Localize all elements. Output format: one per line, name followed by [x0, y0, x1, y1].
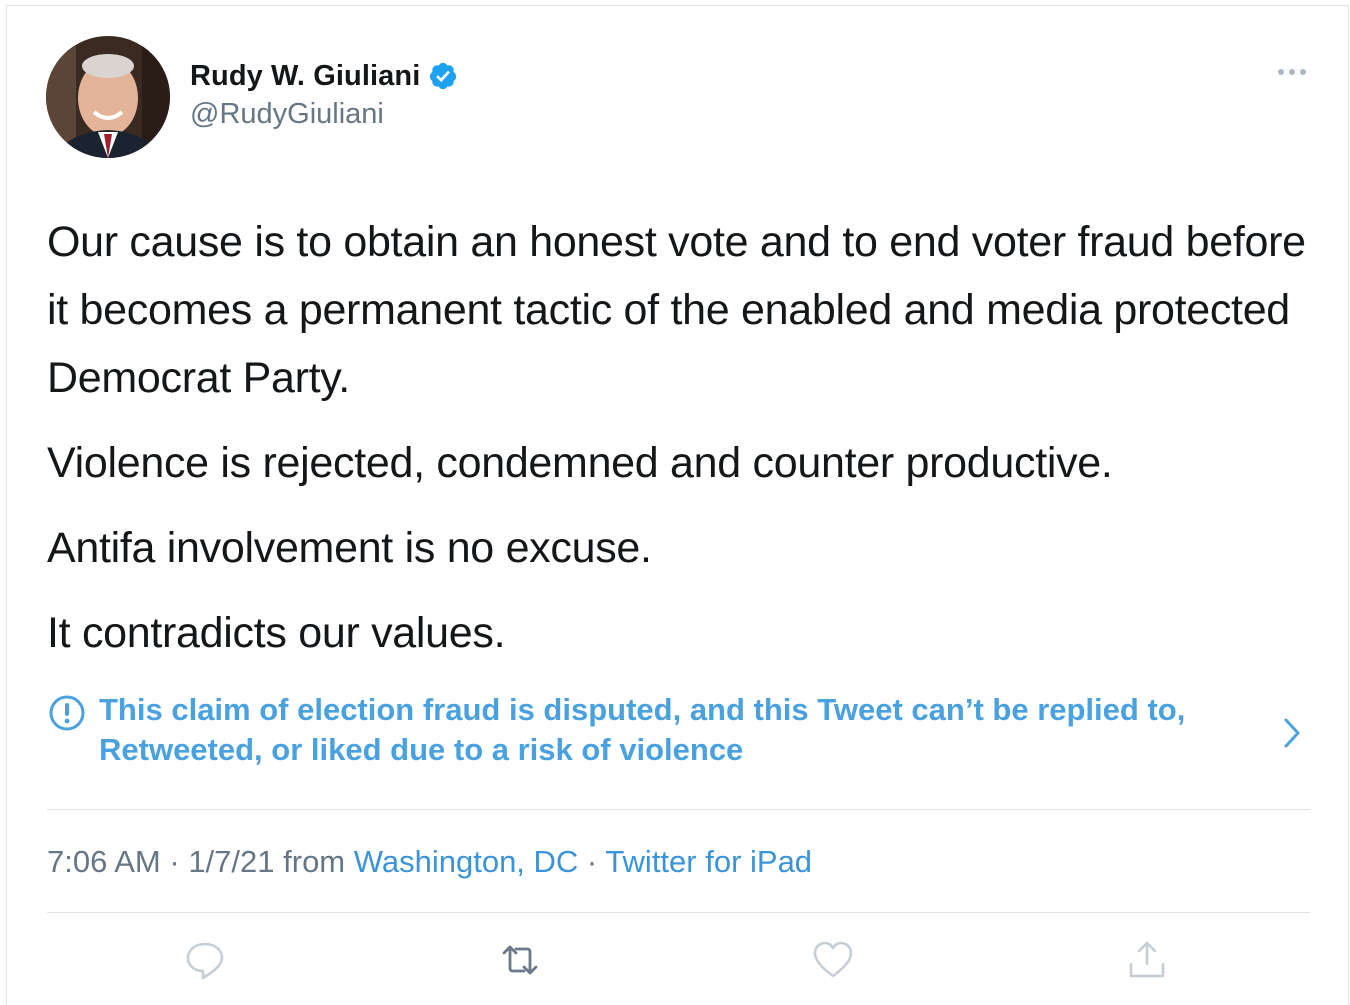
author-name[interactable]: Rudy W. Giuliani: [190, 60, 420, 93]
share-icon[interactable]: [1125, 938, 1169, 982]
notice-line: Retweeted, or liked due to a risk of vio…: [99, 732, 744, 767]
retweet-icon[interactable]: [498, 938, 542, 982]
more-options-icon[interactable]: [1274, 60, 1310, 84]
tweet-paragraph: Violence is rejected, condemned and coun…: [47, 439, 1113, 487]
author-handle[interactable]: @RudyGiuliani: [190, 98, 384, 131]
meta-separator: ·: [160, 844, 189, 879]
divider: [47, 809, 1310, 810]
location-link[interactable]: Washington, DC: [354, 844, 579, 879]
reply-icon[interactable]: [183, 938, 227, 982]
notice-line: This claim of election fraud is disputed…: [99, 692, 1186, 727]
tweet-paragraph: It contradicts our values.: [47, 609, 506, 657]
action-bar: [0, 938, 1350, 988]
chevron-right-icon[interactable]: [1280, 716, 1304, 750]
tweet-paragraph: Antifa involvement is no excuse.: [47, 524, 652, 572]
author-name-row[interactable]: Rudy W. Giuliani: [190, 56, 458, 96]
tweet-text: Our cause is to obtain an honest vote an…: [47, 208, 1317, 684]
tweet-date[interactable]: 1/7/21: [188, 844, 274, 879]
tweet-meta: 7:06 AM · 1/7/21 from Washington, DC · T…: [47, 842, 812, 882]
exclamation-circle-icon: [49, 695, 85, 731]
tweet-time[interactable]: 7:06 AM: [47, 844, 161, 879]
meta-separator: ·: [578, 844, 606, 879]
source-link[interactable]: Twitter for iPad: [605, 844, 812, 879]
tweet-paragraph: Our cause is to obtain an honest vote an…: [47, 218, 1306, 402]
divider: [47, 912, 1310, 913]
avatar[interactable]: [46, 36, 170, 158]
like-icon[interactable]: [811, 938, 855, 982]
verified-badge-icon: [430, 62, 457, 90]
disputed-claim-notice[interactable]: This claim of election fraud is disputed…: [48, 690, 1318, 774]
notice-text[interactable]: This claim of election fraud is disputed…: [99, 690, 1279, 770]
meta-from-label: from: [274, 844, 354, 879]
